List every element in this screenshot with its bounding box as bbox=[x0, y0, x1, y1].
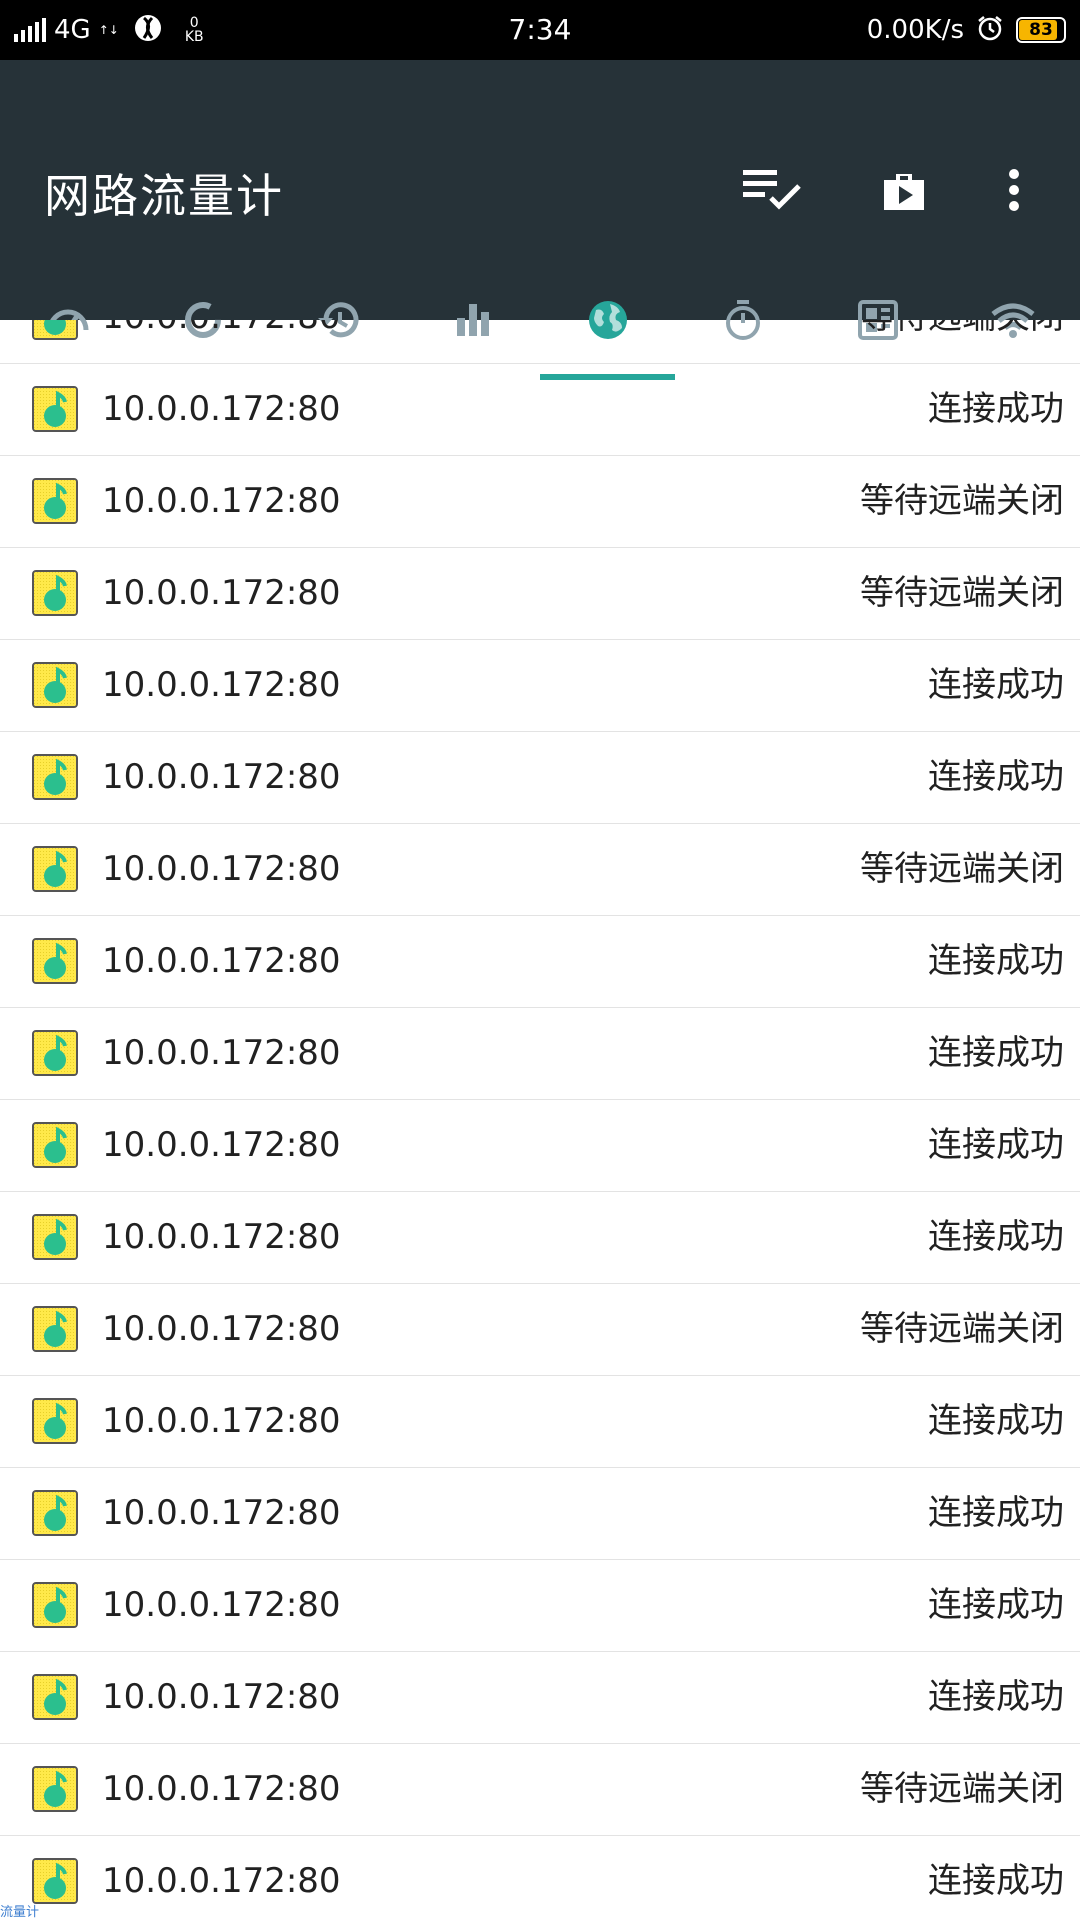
connection-address: 10.0.0.172:80 bbox=[102, 320, 341, 363]
app-title: 网路流量计 bbox=[44, 169, 284, 223]
connection-address: 10.0.0.172:80 bbox=[102, 1125, 341, 1165]
list-item[interactable]: 10.0.0.172:80 连接成功 bbox=[0, 1652, 1080, 1744]
app-icon bbox=[32, 754, 78, 800]
connection-address: 10.0.0.172:80 bbox=[102, 941, 341, 981]
app-icon bbox=[32, 846, 78, 892]
app-icon bbox=[32, 1306, 78, 1352]
connection-state: 连接成功 bbox=[928, 1125, 1064, 1165]
list-item[interactable]: 10.0.0.172:80 等待远端关闭 bbox=[0, 1744, 1080, 1836]
app-icon bbox=[32, 1674, 78, 1720]
connection-state: 连接成功 bbox=[928, 757, 1064, 797]
app-icon bbox=[32, 478, 78, 524]
connection-state: 等待远端关闭 bbox=[860, 849, 1064, 889]
connection-address: 10.0.0.172:80 bbox=[102, 1401, 341, 1441]
list-item[interactable]: 10.0.0.172:80 连接成功 bbox=[0, 1100, 1080, 1192]
app-icon bbox=[32, 320, 78, 340]
connection-state: 连接成功 bbox=[928, 941, 1064, 981]
connection-address: 10.0.0.172:80 bbox=[102, 389, 341, 429]
list-item[interactable]: 10.0.0.172:80 连接成功 bbox=[0, 640, 1080, 732]
app-icon bbox=[32, 1214, 78, 1260]
connection-state: 等待远端关闭 bbox=[860, 573, 1064, 613]
connection-address: 10.0.0.172:80 bbox=[102, 1861, 341, 1901]
app-icon bbox=[32, 1122, 78, 1168]
playlist-check-button[interactable] bbox=[732, 150, 812, 230]
app-icon bbox=[32, 1766, 78, 1812]
connection-address: 10.0.0.172:80 bbox=[102, 1309, 341, 1349]
connection-address: 10.0.0.172:80 bbox=[102, 1217, 341, 1257]
connection-address: 10.0.0.172:80 bbox=[102, 757, 341, 797]
connection-state: 连接成功 bbox=[928, 389, 1064, 429]
connection-address: 10.0.0.172:80 bbox=[102, 1493, 341, 1533]
connection-address: 10.0.0.172:80 bbox=[102, 1769, 341, 1809]
list-item[interactable]: 10.0.0.172:80 连接成功 bbox=[0, 1560, 1080, 1652]
battery-level: 83 bbox=[1029, 20, 1053, 40]
connection-address: 10.0.0.172:80 bbox=[102, 849, 341, 889]
app-icon bbox=[32, 386, 78, 432]
app-icon bbox=[32, 1582, 78, 1628]
app-icon bbox=[32, 662, 78, 708]
more-vert-icon bbox=[1009, 169, 1019, 211]
overflow-menu-button[interactable] bbox=[974, 150, 1054, 230]
briefcase-play-button[interactable] bbox=[864, 150, 944, 230]
connection-address: 10.0.0.172:80 bbox=[102, 481, 341, 521]
list-item[interactable]: 10.0.0.172:80 等待远端关闭 bbox=[0, 456, 1080, 548]
list-item[interactable]: 10.0.0.172:80 等待远端关闭 bbox=[0, 320, 1080, 364]
list-item[interactable]: 10.0.0.172:80 连接成功 bbox=[0, 364, 1080, 456]
list-item[interactable]: 10.0.0.172:80 等待远端关闭 bbox=[0, 548, 1080, 640]
briefcase-play-icon bbox=[884, 174, 924, 210]
list-item[interactable]: 10.0.0.172:80 连接成功 bbox=[0, 732, 1080, 824]
watermark: 流量计 bbox=[0, 1905, 40, 1920]
connection-state: 等待远端关闭 bbox=[860, 1309, 1064, 1349]
playlist-check-icon bbox=[743, 170, 801, 210]
app-bar: 网路流量计 bbox=[0, 60, 1080, 380]
list-item[interactable]: 10.0.0.172:80 连接成功 bbox=[0, 1836, 1080, 1920]
connection-state: 连接成功 bbox=[928, 1585, 1064, 1625]
connection-address: 10.0.0.172:80 bbox=[102, 573, 341, 613]
connection-state: 连接成功 bbox=[928, 1401, 1064, 1441]
list-item[interactable]: 10.0.0.172:80 连接成功 bbox=[0, 1008, 1080, 1100]
connection-list[interactable]: 10.0.0.172:80 等待远端关闭 10.0.0.172:80 连接成功 bbox=[0, 320, 1080, 1920]
connection-address: 10.0.0.172:80 bbox=[102, 665, 341, 705]
list-item[interactable]: 10.0.0.172:80 等待远端关闭 bbox=[0, 824, 1080, 916]
app-icon bbox=[32, 1490, 78, 1536]
connection-address: 10.0.0.172:80 bbox=[102, 1677, 341, 1717]
status-bar: 4G ↑↓ 0 KB 7:34 0.00K/s 83 bbox=[0, 0, 1080, 60]
connection-state: 连接成功 bbox=[928, 1861, 1064, 1901]
app-icon bbox=[32, 1030, 78, 1076]
connection-state: 等待远端关闭 bbox=[860, 481, 1064, 521]
connection-address: 10.0.0.172:80 bbox=[102, 1033, 341, 1073]
app-icon bbox=[32, 1858, 78, 1904]
list-item[interactable]: 10.0.0.172:80 连接成功 bbox=[0, 1192, 1080, 1284]
list-item[interactable]: 10.0.0.172:80 连接成功 bbox=[0, 1376, 1080, 1468]
connection-state: 连接成功 bbox=[928, 1493, 1064, 1533]
app-icon bbox=[32, 1398, 78, 1444]
battery-icon: 83 bbox=[1016, 17, 1066, 43]
connection-state: 等待远端关闭 bbox=[860, 320, 1064, 363]
app-icon bbox=[32, 938, 78, 984]
list-item[interactable]: 10.0.0.172:80 连接成功 bbox=[0, 916, 1080, 1008]
connection-state: 等待远端关闭 bbox=[860, 1769, 1064, 1809]
app-icon bbox=[32, 570, 78, 616]
list-item[interactable]: 10.0.0.172:80 等待远端关闭 bbox=[0, 1284, 1080, 1376]
net-speed: 0.00K/s bbox=[866, 15, 964, 45]
connection-state: 连接成功 bbox=[928, 1677, 1064, 1717]
alarm-icon bbox=[976, 14, 1004, 46]
connection-state: 连接成功 bbox=[928, 1033, 1064, 1073]
list-item[interactable]: 10.0.0.172:80 连接成功 bbox=[0, 1468, 1080, 1560]
connection-address: 10.0.0.172:80 bbox=[102, 1585, 341, 1625]
connection-state: 连接成功 bbox=[928, 665, 1064, 705]
connection-state: 连接成功 bbox=[928, 1217, 1064, 1257]
